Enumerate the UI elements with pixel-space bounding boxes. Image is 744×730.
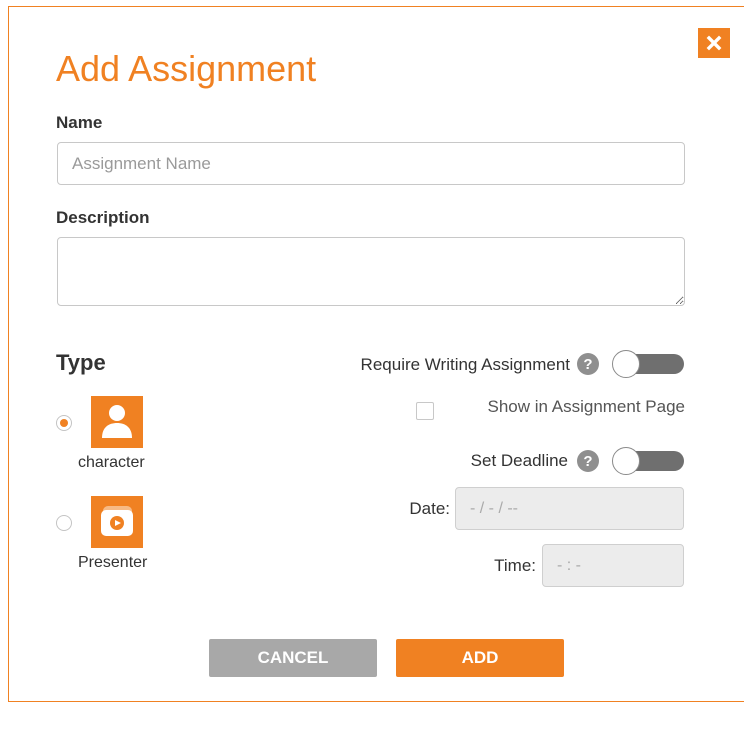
video-presenter-icon[interactable] xyxy=(91,496,143,548)
radio-presenter[interactable] xyxy=(56,515,72,531)
type-character-label: character xyxy=(78,454,145,471)
date-label: Date: xyxy=(409,499,450,518)
show-in-page-label: Show in Assignment Page xyxy=(487,397,685,416)
require-writing-toggle[interactable] xyxy=(612,350,684,378)
description-textarea[interactable] xyxy=(57,237,685,306)
require-writing-label: Require Writing Assignment xyxy=(360,355,570,374)
time-input[interactable]: - : - xyxy=(542,544,684,587)
description-label: Description xyxy=(56,208,150,227)
radio-character[interactable] xyxy=(56,415,72,431)
help-icon[interactable]: ? xyxy=(577,450,599,472)
set-deadline-toggle[interactable] xyxy=(612,447,684,475)
help-icon[interactable]: ? xyxy=(577,353,599,375)
set-deadline-label: Set Deadline xyxy=(470,451,568,470)
name-label: Name xyxy=(56,113,103,132)
assignment-name-input[interactable] xyxy=(57,142,685,185)
person-icon[interactable] xyxy=(91,396,143,448)
type-presenter-label: Presenter xyxy=(78,554,148,571)
add-button[interactable]: ADD xyxy=(396,639,564,677)
dialog-title: Add Assignment xyxy=(56,48,317,89)
time-label: Time: xyxy=(494,556,536,575)
close-icon xyxy=(706,35,722,51)
show-in-page-checkbox[interactable] xyxy=(416,402,434,420)
cancel-button[interactable]: CANCEL xyxy=(209,639,377,677)
close-button[interactable] xyxy=(698,28,730,58)
date-input[interactable]: - / - / -- xyxy=(455,487,684,530)
type-heading: Type xyxy=(56,350,106,375)
